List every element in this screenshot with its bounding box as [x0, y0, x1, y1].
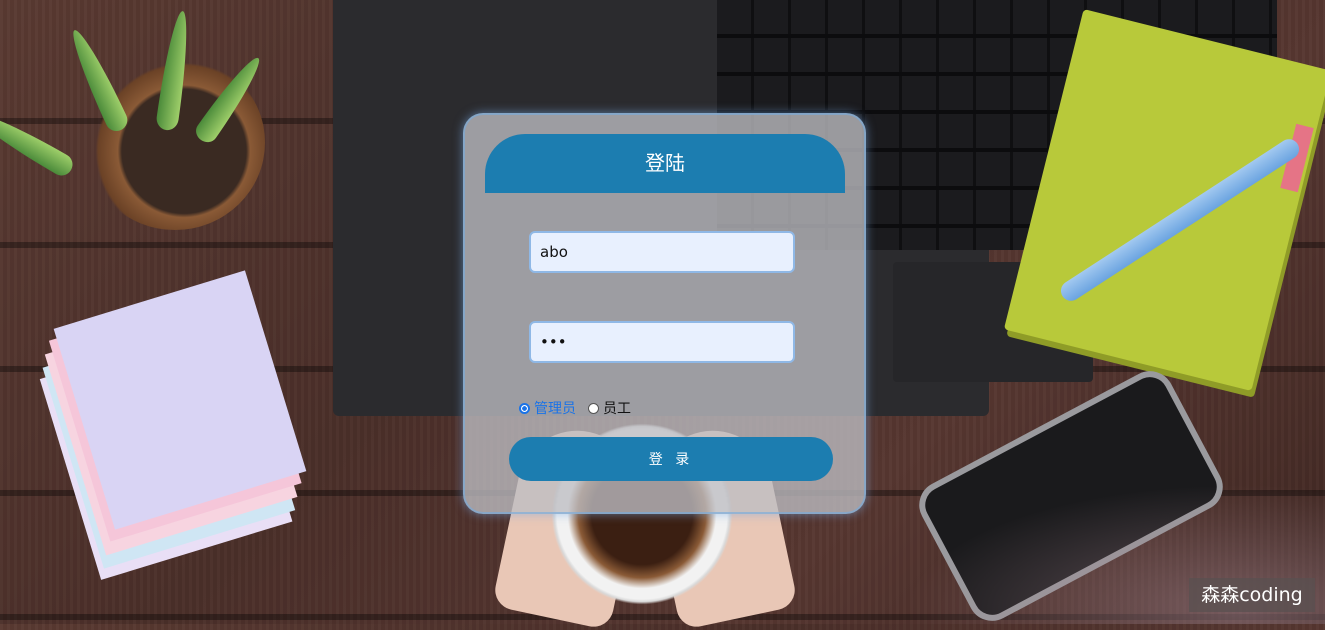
role-selector: 管理员 员工 [519, 398, 631, 418]
login-button[interactable]: 登 录 [509, 437, 833, 481]
login-card: 登陆 管理员 员工 登 录 [463, 113, 866, 514]
login-title: 登陆 [485, 134, 845, 193]
username-input[interactable] [529, 231, 795, 273]
watermark-text: 森森coding [1189, 578, 1315, 612]
role-staff-radio[interactable] [588, 402, 599, 414]
role-admin-radio[interactable] [519, 402, 530, 414]
plant-leaf [0, 105, 77, 180]
role-admin-label[interactable]: 管理员 [534, 398, 576, 418]
role-staff-label[interactable]: 员工 [603, 398, 631, 418]
password-input[interactable] [529, 321, 795, 363]
sticky-notes-image [53, 270, 307, 530]
